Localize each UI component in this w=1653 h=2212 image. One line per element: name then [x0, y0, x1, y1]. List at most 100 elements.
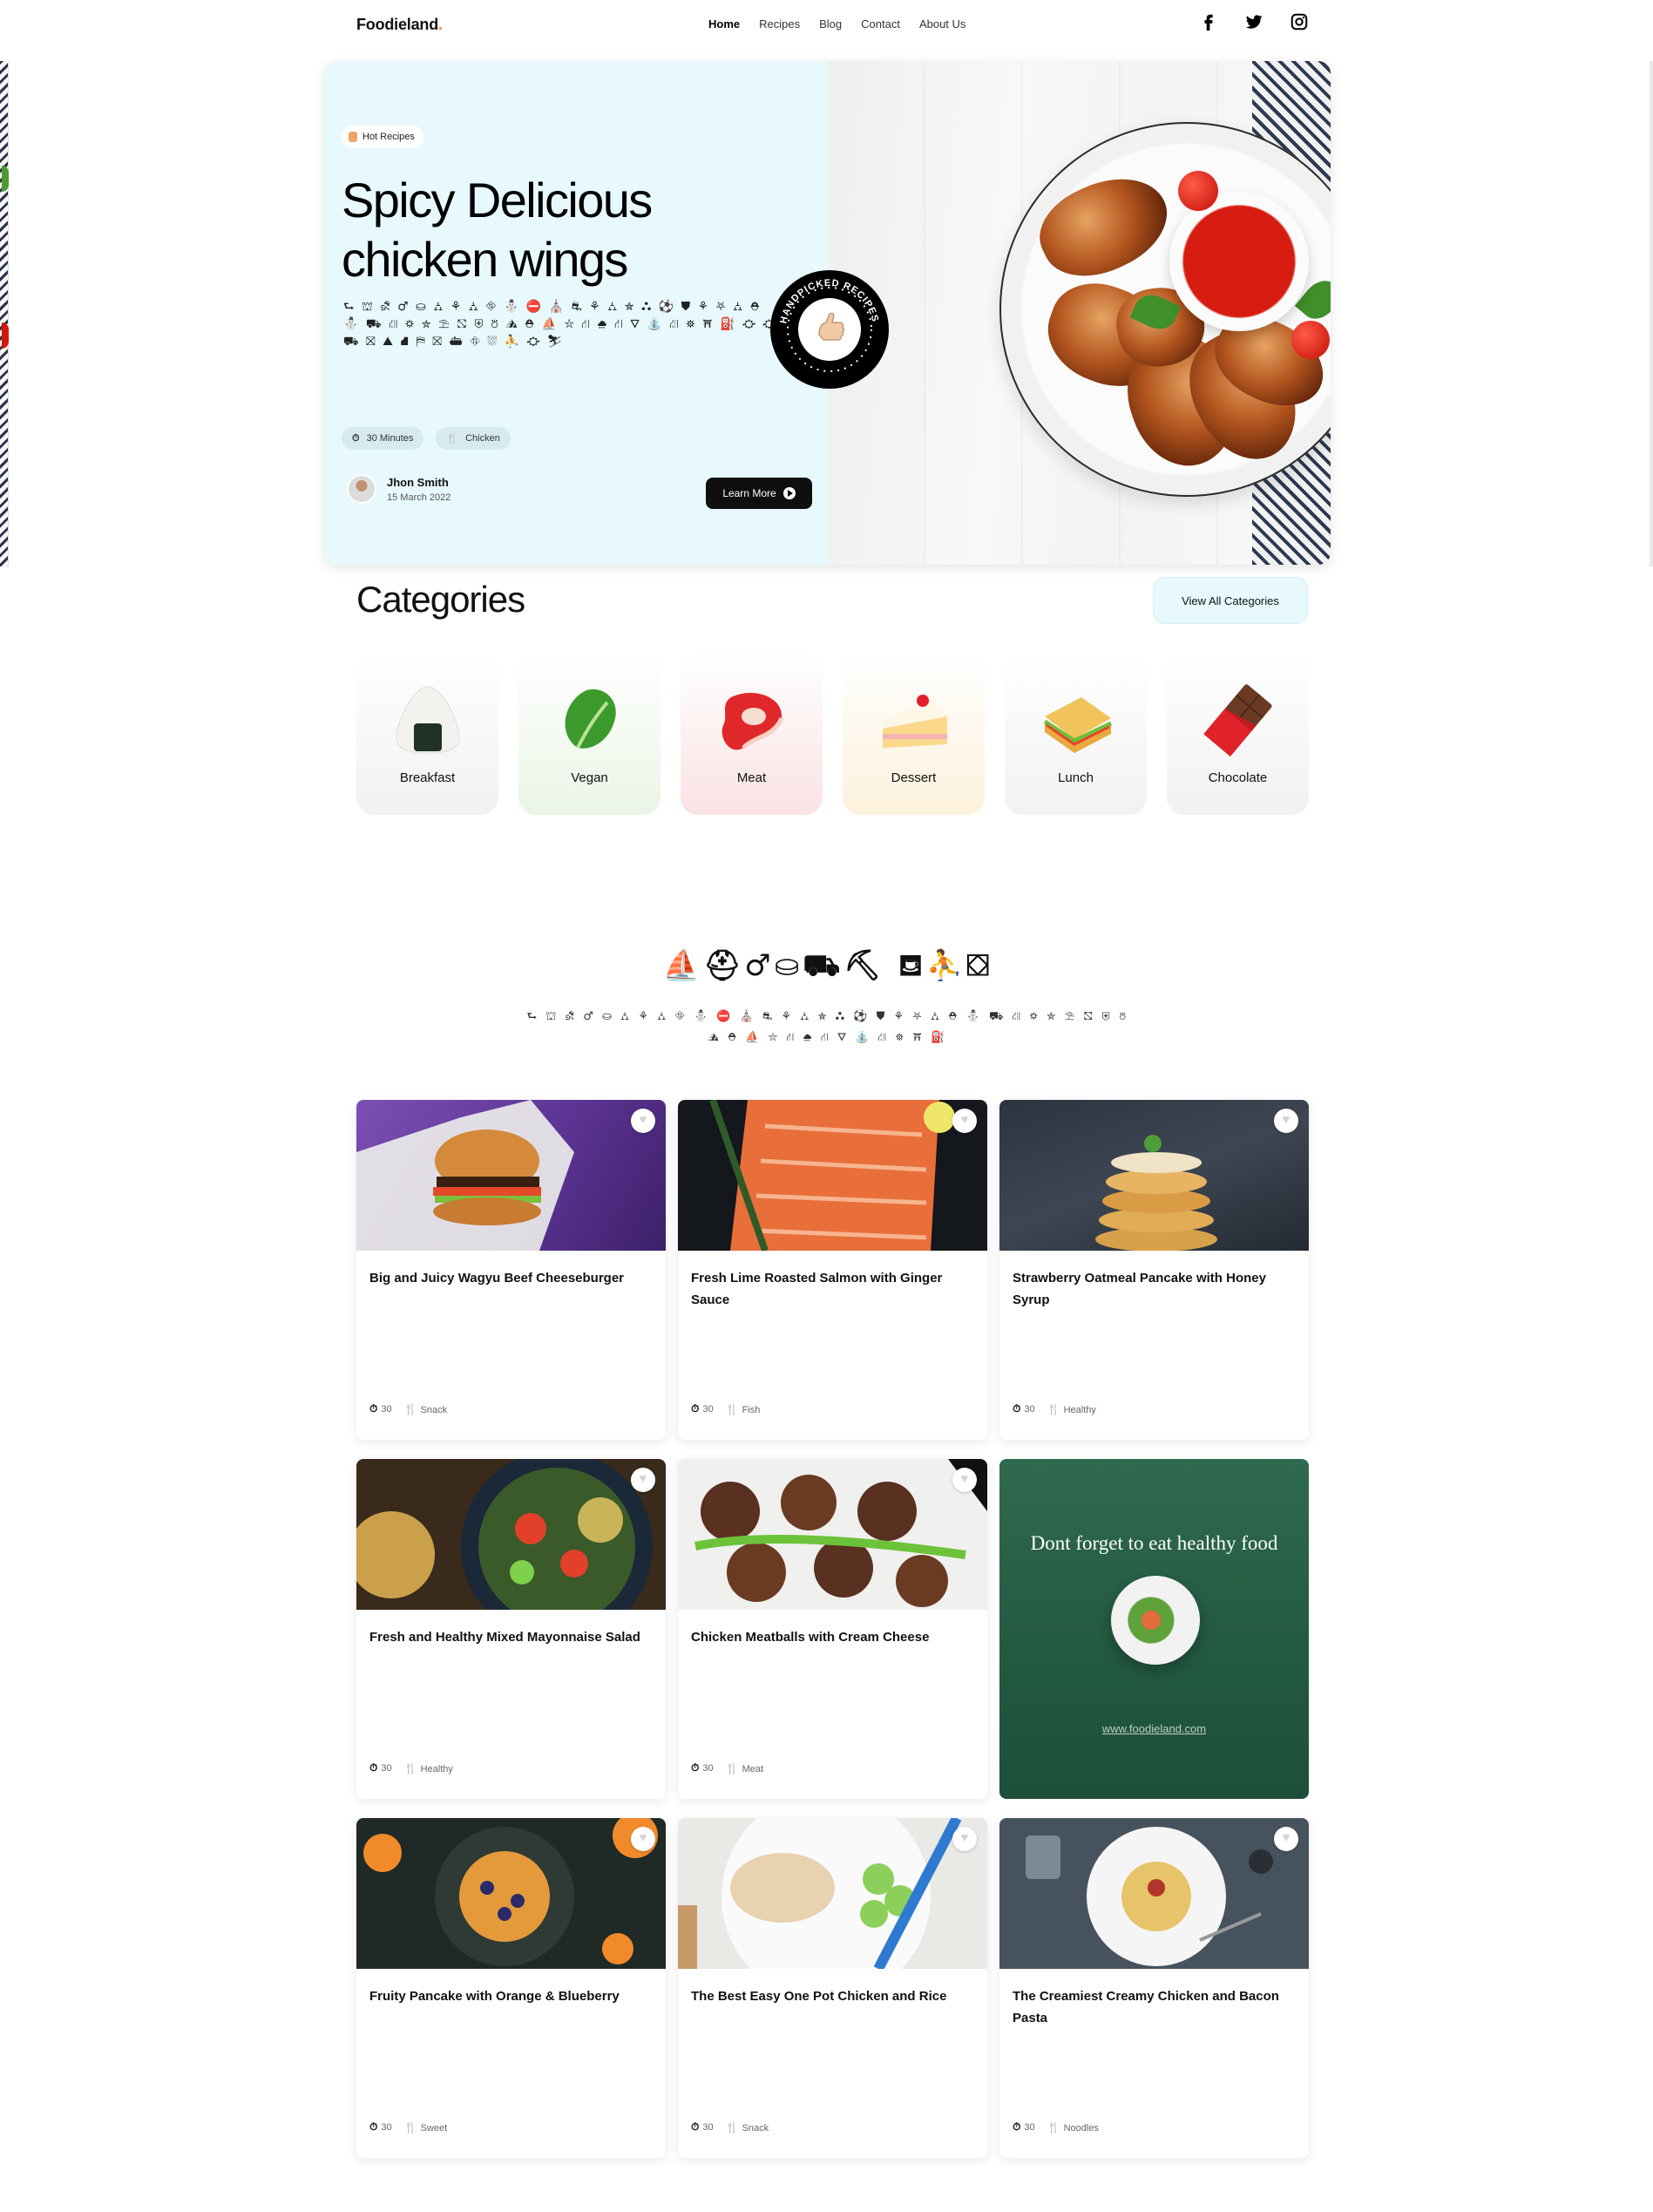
favorite-heart-icon[interactable] — [1274, 1827, 1298, 1851]
time-value: 30 — [381, 1404, 392, 1415]
category-chocolate[interactable]: Chocolate — [1167, 652, 1309, 815]
recipe-tag: 🍴 Snack — [404, 1403, 448, 1415]
time-value: 30 — [381, 1763, 392, 1774]
tag-value: Fish — [742, 1404, 761, 1415]
recipe-tag: 🍴 Healthy — [404, 1762, 453, 1774]
handpicked-recipes-stamp: HANDPICKED RECIPES — [769, 268, 891, 390]
twitter-icon[interactable] — [1244, 12, 1263, 31]
recipe-time: ⏱ 30 — [691, 1402, 714, 1415]
fork-knife-icon: 🍴 — [403, 1402, 417, 1415]
favorite-heart-icon[interactable] — [631, 1109, 655, 1133]
hot-recipes-badge: Hot Recipes — [342, 126, 423, 148]
timer-icon: ⏱ — [352, 432, 360, 444]
recipe-meta: ⏱ 30 🍴 Snack — [691, 2120, 769, 2134]
instagram-icon[interactable] — [1290, 12, 1309, 31]
promo-title: Dont forget to eat healthy food — [1030, 1532, 1278, 1554]
time-chip: ⏱ 30 Minutes — [342, 427, 424, 450]
salad-bowl-image — [1111, 1576, 1200, 1665]
recipe-meta: ⏱ 30 🍴 Snack — [369, 1402, 447, 1415]
recipe-image-fruity-pancake — [356, 1818, 666, 1969]
favorite-heart-icon[interactable] — [952, 1109, 977, 1133]
favorite-heart-icon[interactable] — [1274, 1109, 1298, 1133]
category-dessert[interactable]: Dessert — [843, 652, 985, 815]
recipe-time: ⏱ 30 — [369, 1402, 392, 1415]
learn-more-label: Learn More — [722, 487, 776, 499]
timer-icon: ⏱ — [691, 1402, 700, 1415]
recipe-title: Chicken Meatballs with Cream Cheese — [691, 1630, 930, 1645]
hero-meta-chips: ⏱ 30 Minutes 🍴 Chicken — [342, 427, 511, 450]
learn-more-button[interactable]: Learn More — [706, 478, 812, 509]
nav-link-blog[interactable]: Blog — [819, 17, 842, 31]
sauce-bowl — [1169, 192, 1309, 331]
nav-link-about-us[interactable]: About Us — [919, 17, 965, 31]
recipe-title: Fresh Lime Roasted Salmon with Ginger Sa… — [691, 1271, 943, 1307]
recipe-card[interactable]: Chicken Meatballs with Cream Cheese ⏱30 … — [678, 1459, 987, 1799]
tag-value: Noodles — [1063, 2122, 1099, 2134]
cake-icon — [876, 682, 952, 758]
recipe-card[interactable]: Fresh Lime Roasted Salmon with Ginger Sa… — [678, 1100, 987, 1440]
brand-name: Foodieland — [356, 16, 438, 33]
recipe-image-pancake — [999, 1100, 1309, 1252]
brand-logo[interactable]: Foodieland. — [356, 16, 443, 34]
favorite-heart-icon[interactable] — [952, 1827, 977, 1851]
tag-value: Healthy — [1063, 1404, 1096, 1415]
recipe-card[interactable]: The Creamiest Creamy Chicken and Bacon P… — [999, 1818, 1309, 2158]
favorite-heart-icon[interactable] — [631, 1468, 655, 1492]
recipe-card[interactable]: Fruity Pancake with Orange & Blueberry ⏱… — [356, 1818, 666, 2158]
category-lunch[interactable]: Lunch — [1005, 652, 1147, 815]
fork-knife-icon: 🍴 — [725, 1402, 739, 1415]
carousel-next-peek[interactable] — [1650, 61, 1653, 567]
recipe-card[interactable]: Fresh and Healthy Mixed Mayonnaise Salad… — [356, 1459, 666, 1799]
timer-icon: ⏱ — [1013, 1402, 1021, 1415]
tag-value: Healthy — [420, 1763, 453, 1774]
time-value: 30 — [381, 2122, 392, 2133]
recipe-image-chicken-rice — [678, 1818, 987, 2001]
top-navigation: Foodieland. Home Recipes Blog Contact Ab… — [0, 0, 1653, 49]
brand-dot: . — [438, 16, 443, 33]
category-meat[interactable]: Meat — [681, 652, 823, 815]
peek-tomato — [2, 322, 9, 349]
category-list: Breakfast Vegan Meat Dessert Lunch Choco… — [356, 652, 1309, 815]
recipe-tag: 🍴 Sweet — [404, 2121, 448, 2134]
timer-icon: ⏱ — [369, 1761, 378, 1774]
hero-card: Hot Recipes Spicy Delicious chicken wing… — [324, 61, 1331, 565]
recipe-tag: 🍴 Meat — [726, 1762, 763, 1774]
nav-link-recipes[interactable]: Recipes — [759, 17, 800, 31]
category-breakfast[interactable]: Breakfast — [356, 652, 498, 815]
hero-title: Spicy Delicious chicken wings — [342, 173, 653, 287]
nav-link-contact[interactable]: Contact — [861, 17, 900, 31]
recipe-meta: ⏱ 30 🍴 Meat — [691, 1761, 763, 1774]
nav-links: Home Recipes Blog Contact About Us — [708, 17, 965, 31]
category-label: Chicken — [465, 433, 500, 444]
carousel-prev-peek[interactable] — [0, 61, 9, 567]
recipe-image-salad — [356, 1459, 666, 1642]
cherry-tomato — [1178, 171, 1218, 211]
author-info: Jhon Smith 15 March 2022 — [347, 474, 451, 504]
tag-value: Sweet — [420, 2122, 448, 2134]
recipe-image-burger — [356, 1100, 666, 1251]
facebook-icon[interactable] — [1199, 12, 1218, 31]
recipe-tag: 🍴 Fish — [726, 1403, 761, 1415]
favorite-heart-icon[interactable] — [952, 1468, 977, 1492]
recipe-tag: 🍴 Noodles — [1047, 2121, 1099, 2134]
hero-description: ⮑ ⛫ ⛐ ♂ ⛀ ⛼ ⚘ ⛼ ⛗ ⛄ ⛔ ⛪ ⛐ ⚘ ⛼ ⛤ ⛬ ⚽ ⛊ ⚘ … — [343, 300, 777, 349]
category-label: Lunch — [1058, 770, 1094, 785]
play-icon — [782, 487, 796, 499]
category-vegan[interactable]: Vegan — [518, 652, 661, 815]
fork-knife-icon: 🍴 — [446, 433, 459, 444]
recipe-grid: Big and Juicy Wagyu Beef Cheeseburger ⏱3… — [356, 1100, 1310, 2158]
recipe-card[interactable]: Strawberry Oatmeal Pancake with Honey Sy… — [999, 1100, 1309, 1440]
category-label: Meat — [736, 770, 767, 785]
recipe-card[interactable]: Big and Juicy Wagyu Beef Cheeseburger ⏱3… — [356, 1100, 666, 1440]
recipe-card[interactable]: The Best Easy One Pot Chicken and Rice ⏱… — [678, 1818, 987, 2158]
timer-icon: ⏱ — [1013, 2120, 1021, 2133]
recipe-time: ⏱ 30 — [1013, 2120, 1035, 2134]
avatar — [347, 474, 376, 504]
favorite-heart-icon[interactable] — [631, 1827, 655, 1851]
category-label: Vegan — [571, 770, 608, 785]
nav-link-home[interactable]: Home — [708, 17, 740, 31]
view-all-categories-button[interactable]: View All Categories — [1153, 577, 1308, 624]
promo-link[interactable]: www.foodieland.com — [999, 1722, 1309, 1735]
social-links — [1199, 12, 1309, 31]
recipe-meta: ⏱ 30 🍴 Healthy — [1013, 1402, 1096, 1415]
